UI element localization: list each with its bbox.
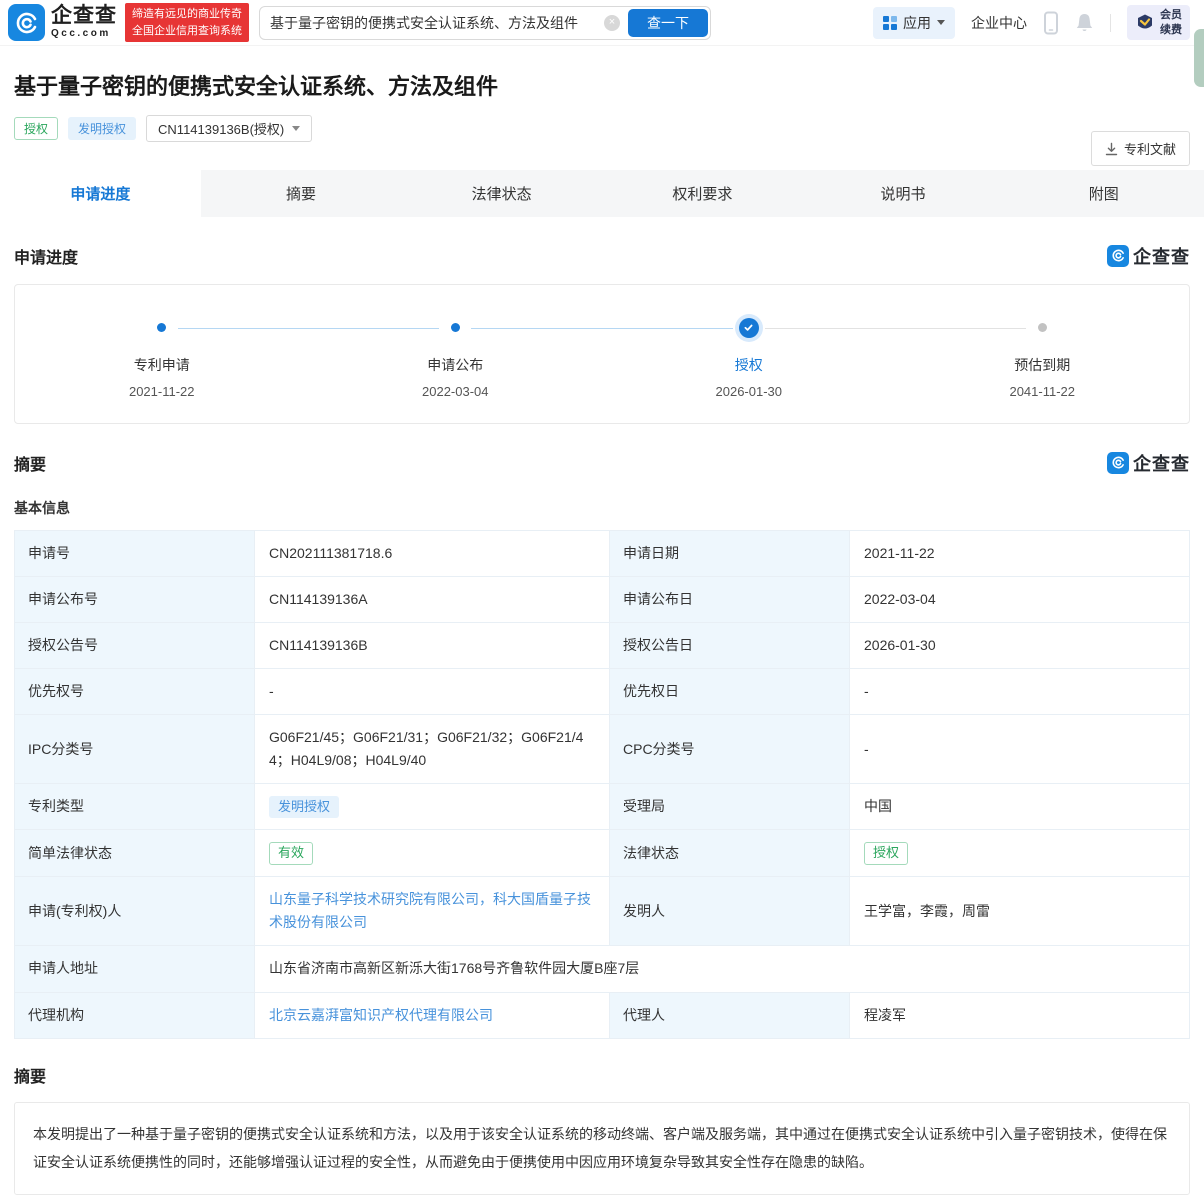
abstract-text: 本发明提出了一种基于量子密钥的便携式安全认证系统和方法，以及用于该安全认证系统的… <box>14 1102 1190 1195</box>
table-row: 授权公告号 CN114139136B 授权公告日 2026-01-30 <box>15 622 1190 668</box>
table-row: 申请人地址 山东省济南市高新区新泺大街1768号齐鲁软件园大厦B座7层 <box>15 946 1190 992</box>
patent-number-dropdown[interactable]: CN114139136B(授权) <box>146 115 312 142</box>
qcc-watermark: 企查查 <box>1107 243 1190 269</box>
table-row: IPC分类号 G06F21/45；G06F21/31；G06F21/32；G06… <box>15 715 1190 784</box>
table-row: 优先权号 - 优先权日 - <box>15 668 1190 714</box>
table-row: 简单法律状态 有效 法律状态 授权 <box>15 830 1190 877</box>
timeline-dot <box>1038 323 1047 332</box>
patent-type-badge: 发明授权 <box>68 117 136 140</box>
tab-application-progress[interactable]: 申请进度 <box>0 170 201 217</box>
download-icon <box>1105 142 1118 156</box>
agency-link[interactable]: 北京云嘉湃富知识产权代理有限公司 <box>269 1007 493 1023</box>
search-button[interactable]: 查一下 <box>628 9 708 37</box>
milestone-estimated-expiry: 预估到期 2041-11-22 <box>896 316 1190 399</box>
page-title: 基于量子密钥的便携式安全认证系统、方法及组件 <box>14 72 1190 102</box>
clear-search-icon[interactable]: × <box>604 15 620 31</box>
table-row: 专利类型 发明授权 受理局 中国 <box>15 784 1190 830</box>
patent-document-button[interactable]: 专利文献 <box>1091 131 1190 166</box>
basic-info-table: 申请号 CN202111381718.6 申请日期 2021-11-22 申请公… <box>14 530 1190 1039</box>
grid-icon <box>883 16 897 30</box>
tab-figures[interactable]: 附图 <box>1003 170 1204 217</box>
tab-claims[interactable]: 权利要求 <box>602 170 803 217</box>
tab-bar: 申请进度 摘要 法律状态 权利要求 说明书 附图 <box>0 170 1204 217</box>
tab-summary[interactable]: 摘要 <box>201 170 402 217</box>
qcc-watermark-icon <box>1107 245 1129 267</box>
progress-section-title: 申请进度 <box>14 244 78 268</box>
qcc-logo[interactable]: 企查查 Qcc.com <box>8 4 117 41</box>
header-divider <box>1110 14 1111 32</box>
apps-label: 应用 <box>903 13 931 33</box>
valid-status-badge: 有效 <box>269 842 313 865</box>
qcc-watermark-icon <box>1107 452 1129 474</box>
patent-type-badge: 发明授权 <box>269 796 339 818</box>
grant-status-badge: 授权 <box>864 842 908 865</box>
table-row: 申请公布号 CN114139136A 申请公布日 2022-03-04 <box>15 576 1190 622</box>
enterprise-center-link[interactable]: 企业中心 <box>971 13 1027 33</box>
logo-domain: Qcc.com <box>51 29 117 40</box>
checkmark-icon <box>739 318 759 338</box>
tab-legal-status[interactable]: 法律状态 <box>401 170 602 217</box>
basic-info-label: 基本信息 <box>0 498 1204 518</box>
chevron-down-icon <box>292 126 300 131</box>
search-input[interactable] <box>264 15 604 31</box>
chevron-down-icon <box>937 20 945 25</box>
search-bar: × 查一下 <box>259 6 711 40</box>
table-row: 申请号 CN202111381718.6 申请日期 2021-11-22 <box>15 530 1190 576</box>
member-renew-button[interactable]: 会员 续费 <box>1127 5 1190 41</box>
member-label-2: 续费 <box>1160 23 1182 38</box>
apps-menu-button[interactable]: 应用 <box>873 7 955 39</box>
table-row: 代理机构 北京云嘉湃富知识产权代理有限公司 代理人 程凌军 <box>15 992 1190 1038</box>
qcc-watermark: 企查查 <box>1107 450 1190 476</box>
member-label-1: 会员 <box>1160 8 1182 23</box>
logo-name: 企查查 <box>51 5 117 27</box>
progress-timeline: 专利申请 2021-11-22 申请公布 2022-03-04 授权 2026-… <box>14 284 1190 424</box>
tab-description[interactable]: 说明书 <box>803 170 1004 217</box>
patent-number: CN114139136B(授权) <box>158 119 284 138</box>
abstract-section-title: 摘要 <box>0 1063 1204 1087</box>
applicant-link[interactable]: 山东量子科学技术研究院有限公司，科大国盾量子技术股份有限公司 <box>269 891 591 930</box>
bell-icon <box>1075 12 1094 34</box>
top-header: 企查查 Qcc.com 缔造有远见的商业传奇 全国企业信用查询系统 × 查一下 … <box>0 0 1204 46</box>
summary-section-title: 摘要 <box>14 451 46 475</box>
table-row: 申请(专利权)人 山东量子科学技术研究院有限公司，科大国盾量子技术股份有限公司 … <box>15 877 1190 946</box>
qcc-logo-icon <box>8 4 45 41</box>
member-crown-icon <box>1135 13 1155 33</box>
timeline-dot <box>157 323 166 332</box>
phone-icon <box>1043 11 1059 35</box>
grant-status-badge: 授权 <box>14 117 58 140</box>
notifications-button[interactable] <box>1075 12 1094 34</box>
mobile-app-button[interactable] <box>1043 11 1059 35</box>
timeline-dot <box>451 323 460 332</box>
brand-slogan: 缔造有远见的商业传奇 全国企业信用查询系统 <box>125 3 249 42</box>
